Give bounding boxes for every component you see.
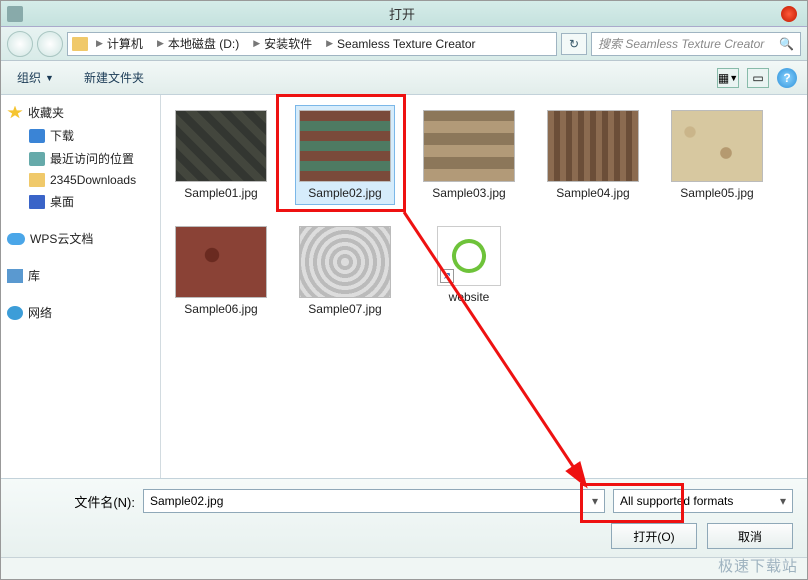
close-icon[interactable] xyxy=(781,6,797,22)
chevron-down-icon: ▼ xyxy=(45,73,54,83)
folder-icon xyxy=(72,37,88,51)
forward-button[interactable] xyxy=(37,31,63,57)
search-input[interactable]: 搜索 Seamless Texture Creator 🔍 xyxy=(591,32,801,56)
file-thumbnail xyxy=(299,226,391,298)
file-item-0[interactable]: Sample01.jpg xyxy=(171,105,271,205)
sidebar-item-label: 桌面 xyxy=(50,193,74,210)
sidebar-recent[interactable]: 最近访问的位置 xyxy=(1,147,160,170)
organize-button[interactable]: 组织 ▼ xyxy=(11,66,60,89)
file-item-2[interactable]: Sample03.jpg xyxy=(419,105,519,205)
sidebar: 收藏夹 下载 最近访问的位置 2345Downloads 桌面 WPS云文档 库… xyxy=(1,95,161,478)
sidebar-favorites[interactable]: 收藏夹 xyxy=(1,101,160,124)
open-dialog-window: 打开 ▶计算机 ▶本地磁盘 (D:) ▶安装软件 ▶Seamless Textu… xyxy=(0,0,808,580)
file-label: Sample01.jpg xyxy=(184,186,257,200)
sidebar-item-label: 2345Downloads xyxy=(50,173,136,187)
file-label: Sample06.jpg xyxy=(184,302,257,316)
file-label: Sample02.jpg xyxy=(308,186,381,200)
open-label: 打开(O) xyxy=(633,528,674,545)
help-button[interactable]: ? xyxy=(777,68,797,88)
sidebar-item-label: 网络 xyxy=(28,304,52,321)
dialog-body: 收藏夹 下载 最近访问的位置 2345Downloads 桌面 WPS云文档 库… xyxy=(1,95,807,478)
shortcut-icon: ↗ xyxy=(437,226,501,286)
navigation-row: ▶计算机 ▶本地磁盘 (D:) ▶安装软件 ▶Seamless Texture … xyxy=(1,27,807,61)
filename-label: 文件名(N): xyxy=(15,492,135,511)
shortcut-arrow-icon: ↗ xyxy=(440,269,454,283)
file-item-4[interactable]: Sample05.jpg xyxy=(667,105,767,205)
filter-value: All supported formats xyxy=(620,494,733,508)
crumb-3[interactable]: ▶Seamless Texture Creator xyxy=(320,35,481,53)
file-item-6[interactable]: Sample07.jpg xyxy=(295,221,395,321)
file-thumbnail xyxy=(547,110,639,182)
crumb-label: Seamless Texture Creator xyxy=(337,37,476,51)
sidebar-item-label: 最近访问的位置 xyxy=(50,150,134,167)
organize-label: 组织 xyxy=(17,69,41,86)
file-item-1[interactable]: Sample02.jpg xyxy=(295,105,395,205)
sidebar-wps[interactable]: WPS云文档 xyxy=(1,227,160,250)
newfolder-label: 新建文件夹 xyxy=(84,69,144,86)
network-icon xyxy=(7,306,23,320)
recent-icon xyxy=(29,152,45,166)
view-button[interactable]: ▦ ▼ xyxy=(717,68,739,88)
crumb-2[interactable]: ▶安装软件 xyxy=(247,33,318,54)
file-type-filter[interactable]: All supported formats ▾ xyxy=(613,489,793,513)
sidebar-desktop[interactable]: 桌面 xyxy=(1,190,160,213)
search-placeholder: 搜索 Seamless Texture Creator xyxy=(598,35,764,52)
status-bar xyxy=(1,557,807,579)
system-icon xyxy=(7,6,23,22)
library-icon xyxy=(7,269,23,283)
file-area[interactable]: Sample01.jpg Sample02.jpg Sample03.jpg Samp… xyxy=(161,95,807,478)
chevron-down-icon[interactable]: ▾ xyxy=(592,494,598,508)
desktop-icon xyxy=(29,195,45,209)
watermark: 极速下载站 xyxy=(718,555,798,576)
crumb-label: 本地磁盘 (D:) xyxy=(168,35,239,52)
file-item-3[interactable]: Sample04.jpg xyxy=(543,105,643,205)
back-button[interactable] xyxy=(7,31,33,57)
new-folder-button[interactable]: 新建文件夹 xyxy=(78,66,150,89)
file-label: website xyxy=(449,290,490,304)
sidebar-2345[interactable]: 2345Downloads xyxy=(1,170,160,190)
download-icon xyxy=(29,129,45,143)
bottom-bar: 文件名(N): Sample02.jpg ▾ All supported for… xyxy=(1,478,807,557)
open-button[interactable]: 打开(O) xyxy=(611,523,697,549)
file-thumbnail xyxy=(175,226,267,298)
file-label: Sample04.jpg xyxy=(556,186,629,200)
file-thumbnail xyxy=(671,110,763,182)
file-thumbnail xyxy=(423,110,515,182)
sidebar-item-label: 下载 xyxy=(50,127,74,144)
cloud-icon xyxy=(7,233,25,245)
file-label: Sample07.jpg xyxy=(308,302,381,316)
sidebar-network[interactable]: 网络 xyxy=(1,301,160,324)
breadcrumb[interactable]: ▶计算机 ▶本地磁盘 (D:) ▶安装软件 ▶Seamless Texture … xyxy=(67,32,557,56)
crumb-label: 安装软件 xyxy=(264,35,312,52)
file-label: Sample03.jpg xyxy=(432,186,505,200)
filename-value: Sample02.jpg xyxy=(150,494,223,508)
folder-icon xyxy=(29,173,45,187)
sidebar-downloads[interactable]: 下载 xyxy=(1,124,160,147)
search-icon: 🔍 xyxy=(779,37,794,51)
crumb-0[interactable]: ▶计算机 xyxy=(90,33,149,54)
crumb-label: 计算机 xyxy=(107,35,143,52)
crumb-1[interactable]: ▶本地磁盘 (D:) xyxy=(151,33,245,54)
toolbar: 组织 ▼ 新建文件夹 ▦ ▼ ▭ ? xyxy=(1,61,807,95)
cancel-label: 取消 xyxy=(738,528,762,545)
window-title: 打开 xyxy=(23,4,781,23)
sidebar-library[interactable]: 库 xyxy=(1,264,160,287)
file-item-shortcut[interactable]: ↗ website xyxy=(419,221,519,321)
file-thumbnail xyxy=(299,110,391,182)
filename-input[interactable]: Sample02.jpg ▾ xyxy=(143,489,605,513)
refresh-button[interactable]: ↻ xyxy=(561,33,587,55)
file-item-5[interactable]: Sample06.jpg xyxy=(171,221,271,321)
star-icon xyxy=(7,106,23,120)
sidebar-item-label: 库 xyxy=(28,267,40,284)
file-grid: Sample01.jpg Sample02.jpg Sample03.jpg Samp… xyxy=(171,105,797,321)
sidebar-item-label: 收藏夹 xyxy=(28,104,64,121)
file-label: Sample05.jpg xyxy=(680,186,753,200)
titlebar: 打开 xyxy=(1,1,807,27)
preview-pane-button[interactable]: ▭ xyxy=(747,68,769,88)
cancel-button[interactable]: 取消 xyxy=(707,523,793,549)
sidebar-item-label: WPS云文档 xyxy=(30,230,93,247)
file-thumbnail xyxy=(175,110,267,182)
chevron-updown-icon: ▾ xyxy=(780,494,786,508)
